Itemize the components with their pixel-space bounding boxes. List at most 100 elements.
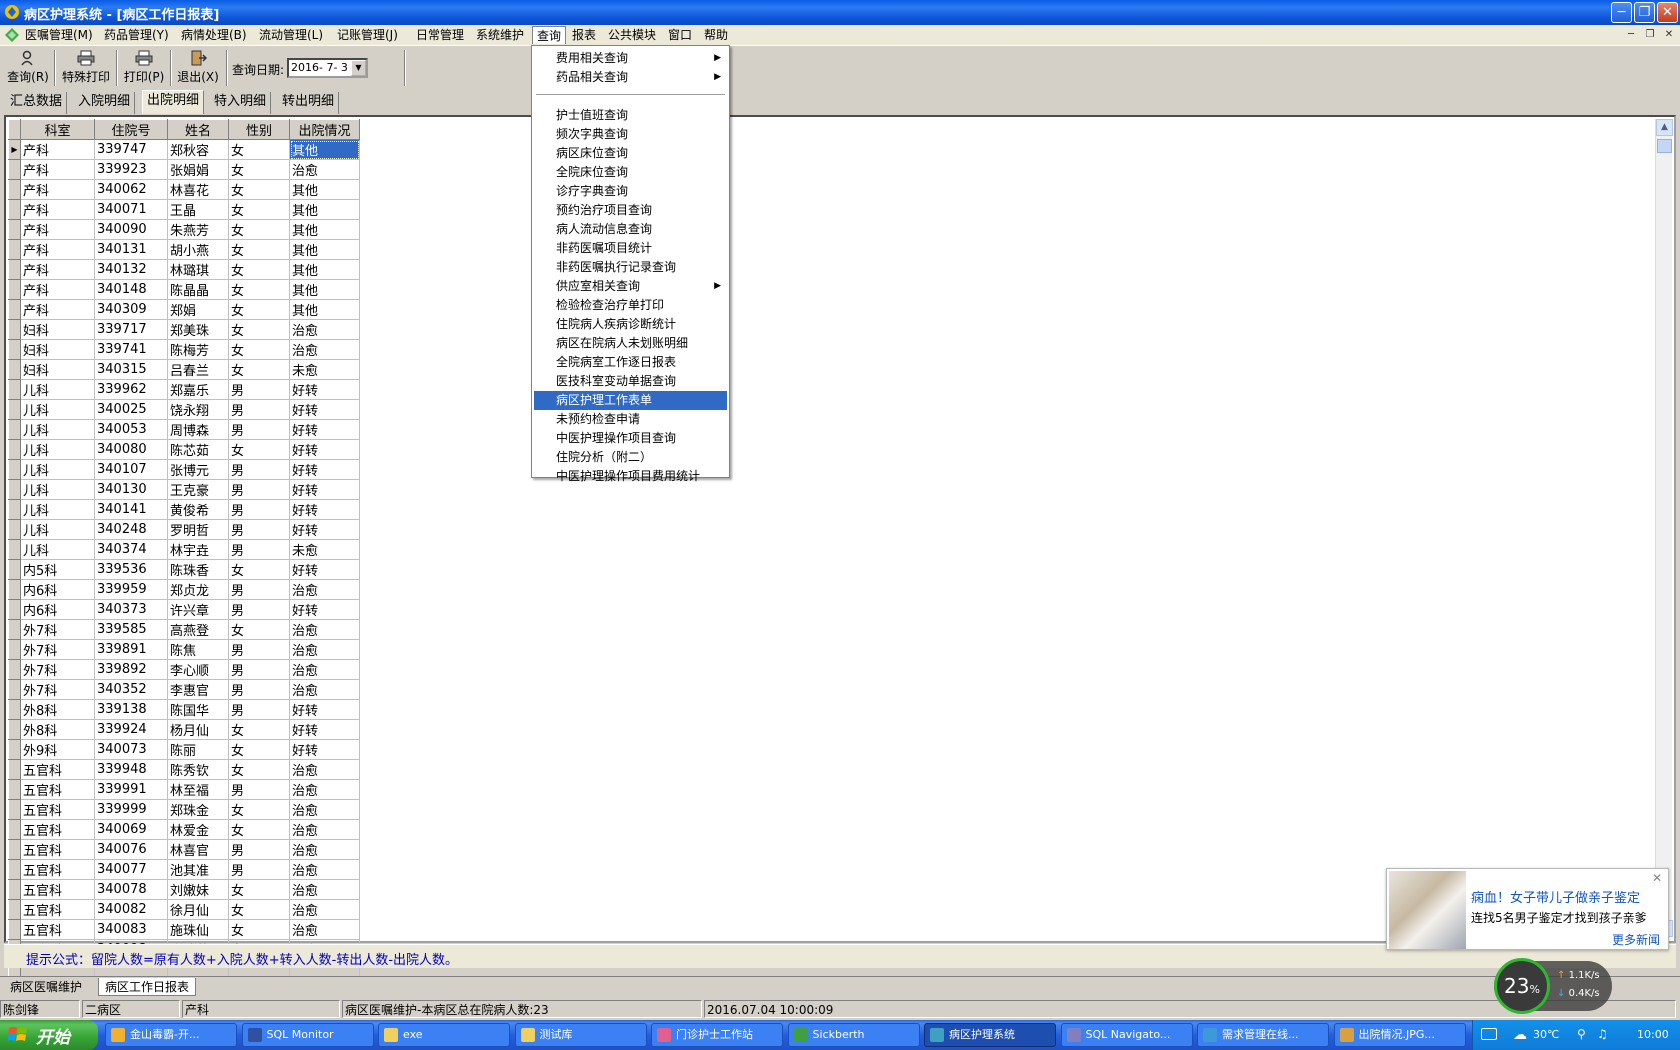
cell-discharge-status[interactable]: 好转: [289, 739, 360, 760]
cell-gender[interactable]: 男: [228, 419, 290, 440]
taskbar-button[interactable]: 出院情况.JPG...: [1333, 1023, 1466, 1047]
cell-gender[interactable]: 女: [228, 799, 290, 820]
cell-admission-no[interactable]: 339959: [94, 579, 168, 600]
cell-dept[interactable]: 外9科: [20, 739, 95, 760]
cell-admission-no[interactable]: 340130: [94, 479, 168, 500]
cell-dept[interactable]: 五官科: [20, 799, 95, 820]
maximize-button[interactable]: ❐: [1634, 2, 1655, 23]
cell-dept[interactable]: 产科: [20, 219, 95, 240]
cell-gender[interactable]: 女: [228, 919, 290, 940]
cell-name[interactable]: 陈秀钦: [167, 759, 229, 780]
cell-discharge-status[interactable]: 好转: [289, 699, 360, 720]
cell-gender[interactable]: 男: [228, 399, 290, 420]
cell-dept[interactable]: 外7科: [20, 639, 95, 660]
cell-dept[interactable]: 妇科: [20, 319, 95, 340]
table-row[interactable]: 五官科 339999 郑珠金女治愈: [8, 799, 360, 820]
cell-discharge-status[interactable]: 治愈: [289, 899, 360, 920]
query-menu-item[interactable]: 病人流动信息查询: [534, 220, 727, 239]
cell-name[interactable]: 林爱金: [167, 819, 229, 840]
row-indicator[interactable]: [8, 219, 21, 240]
table-row[interactable]: 外8科 339924 杨月仙女好转: [8, 719, 360, 740]
cell-gender[interactable]: 女: [228, 139, 290, 160]
cell-gender[interactable]: 女: [228, 739, 290, 760]
cell-gender[interactable]: 男: [228, 519, 290, 540]
table-row[interactable]: 儿科 340107 张博元男好转: [8, 459, 360, 480]
cell-gender[interactable]: 女: [228, 899, 290, 920]
menu-system[interactable]: 系统维护: [472, 26, 528, 44]
cell-gender[interactable]: 男: [228, 499, 290, 520]
cell-admission-no[interactable]: 339892: [94, 659, 168, 680]
cell-gender[interactable]: 女: [228, 879, 290, 900]
cell-admission-no[interactable]: 340352: [94, 679, 168, 700]
cell-dept[interactable]: 外8科: [20, 699, 95, 720]
cell-discharge-status[interactable]: 好转: [289, 719, 360, 740]
cell-discharge-status[interactable]: 好转: [289, 459, 360, 480]
tab-transfer-out[interactable]: 转出明细: [278, 92, 340, 114]
cell-gender[interactable]: 女: [228, 219, 290, 240]
news-thumbnail[interactable]: [1389, 871, 1466, 949]
query-menu-item[interactable]: 药品相关查询 ▶: [534, 68, 727, 87]
menu-accounting[interactable]: 记账管理(J): [333, 26, 402, 44]
cell-gender[interactable]: 男: [228, 459, 290, 480]
cell-admission-no[interactable]: 340309: [94, 299, 168, 320]
cell-admission-no[interactable]: 339924: [94, 719, 168, 740]
query-menu-item[interactable]: 非药医嘱项目统计: [534, 239, 727, 258]
mdi-restore-button[interactable]: ❐: [1642, 28, 1658, 42]
print-button[interactable]: 打印(P): [120, 49, 168, 87]
cell-gender[interactable]: 女: [228, 259, 290, 280]
menu-help[interactable]: 帮助: [700, 26, 732, 44]
cell-dept[interactable]: 妇科: [20, 339, 95, 360]
cell-dept[interactable]: 产科: [20, 139, 95, 160]
cell-gender[interactable]: 男: [228, 539, 290, 560]
cell-name[interactable]: 王克豪: [167, 479, 229, 500]
tab-summary[interactable]: 汇总数据: [6, 92, 68, 114]
dropdown-arrow-icon[interactable]: ▼: [351, 60, 366, 76]
cell-name[interactable]: 罗明哲: [167, 519, 229, 540]
column-header-discharge-status[interactable]: 出院情况: [289, 119, 360, 140]
cell-discharge-status[interactable]: 治愈: [289, 879, 360, 900]
table-row[interactable]: 五官科 339991 林至福男治愈: [8, 779, 360, 800]
cell-dept[interactable]: 产科: [20, 279, 95, 300]
cell-name[interactable]: 林宇垚: [167, 539, 229, 560]
cell-admission-no[interactable]: 340076: [94, 839, 168, 860]
memory-usage-badge[interactable]: 23%: [1494, 958, 1550, 1014]
cell-name[interactable]: 郑娟: [167, 299, 229, 320]
cell-name[interactable]: 郑贞龙: [167, 579, 229, 600]
row-indicator[interactable]: [8, 459, 21, 480]
table-row[interactable]: 儿科 340130 王克豪男好转: [8, 479, 360, 500]
cell-discharge-status[interactable]: 其他: [289, 259, 360, 280]
menu-query[interactable]: 查询: [532, 26, 567, 44]
menu-daily[interactable]: 日常管理: [412, 26, 468, 44]
taskbar-button[interactable]: SQL Monitor: [241, 1023, 374, 1047]
query-menu-item[interactable]: 全院病室工作逐日报表: [534, 353, 727, 372]
row-indicator[interactable]: [8, 239, 21, 260]
cell-name[interactable]: 张娟娟: [167, 159, 229, 180]
row-indicator[interactable]: [8, 419, 21, 440]
menu-window[interactable]: 窗口: [664, 26, 696, 44]
query-menu-item[interactable]: 未预约检查申请: [534, 410, 727, 429]
keyboard-icon[interactable]: [1481, 1028, 1497, 1040]
cell-dept[interactable]: 五官科: [20, 899, 95, 920]
cell-name[interactable]: 郑嘉乐: [167, 379, 229, 400]
query-menu-item[interactable]: 病区床位查询: [534, 144, 727, 163]
query-menu-item[interactable]: 病区护理工作表单: [534, 391, 727, 410]
cell-discharge-status[interactable]: 其他: [289, 199, 360, 220]
row-indicator[interactable]: [8, 819, 21, 840]
cell-dept[interactable]: 儿科: [20, 419, 95, 440]
table-row[interactable]: 产科 340132 林璐琪女其他: [8, 259, 360, 280]
cell-discharge-status[interactable]: 治愈: [289, 639, 360, 660]
table-row[interactable]: 儿科 340080 陈芯茹女好转: [8, 439, 360, 460]
cell-admission-no[interactable]: 340374: [94, 539, 168, 560]
cell-discharge-status[interactable]: 其他: [289, 179, 360, 200]
cell-dept[interactable]: 儿科: [20, 479, 95, 500]
cell-name[interactable]: 郑珠金: [167, 799, 229, 820]
row-indicator[interactable]: [8, 719, 21, 740]
cell-dept[interactable]: 五官科: [20, 759, 95, 780]
taskbar-button[interactable]: 需求管理在线...: [1197, 1023, 1329, 1047]
cell-name[interactable]: 林喜花: [167, 179, 229, 200]
row-indicator[interactable]: [8, 639, 21, 660]
row-indicator[interactable]: [8, 559, 21, 580]
cell-admission-no[interactable]: 339991: [94, 779, 168, 800]
cell-name[interactable]: 陈梅芳: [167, 339, 229, 360]
cell-discharge-status[interactable]: 未愈: [289, 359, 360, 380]
